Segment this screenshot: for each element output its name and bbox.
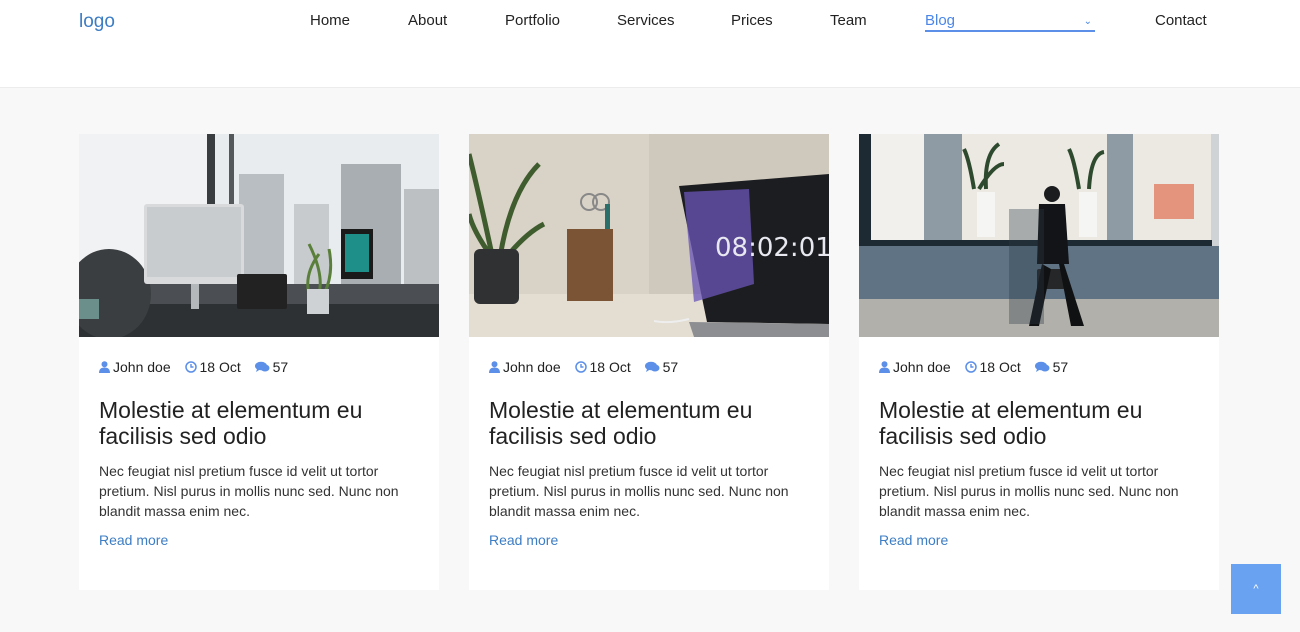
- logo[interactable]: logo: [79, 11, 115, 33]
- post-excerpt: Nec feugiat nisl pretium fusce id velit …: [879, 463, 1179, 519]
- comments-icon: [254, 361, 270, 372]
- post-excerpt: Nec feugiat nisl pretium fusce id velit …: [489, 463, 789, 519]
- street-walker-photo[interactable]: [859, 134, 1219, 337]
- nav-team[interactable]: Team: [830, 12, 867, 30]
- nav-blog-label: Blog: [925, 12, 956, 29]
- date-meta: 18 Oct: [184, 359, 241, 375]
- post-title[interactable]: Molestie at elementum eu facilisis sed o…: [879, 397, 1199, 449]
- office-desk-photo[interactable]: [79, 134, 439, 337]
- read-more-link[interactable]: Read more: [99, 532, 168, 548]
- post-meta: John doe 18 Oct 57: [489, 359, 688, 375]
- nav-services[interactable]: Services: [617, 12, 675, 30]
- post-title[interactable]: Molestie at elementum eu facilisis sed o…: [489, 397, 809, 449]
- clock-icon: [964, 361, 977, 373]
- nav-prices[interactable]: Prices: [731, 12, 773, 30]
- read-more-link[interactable]: Read more: [489, 532, 558, 548]
- blog-card: John doe 18 Oct 57 Molestie at elementum…: [79, 134, 439, 590]
- user-icon: [879, 361, 890, 373]
- clock-icon: [184, 361, 197, 373]
- user-icon: [99, 361, 110, 373]
- chevron-down-icon: ⌄: [1083, 16, 1092, 27]
- post-meta: John doe 18 Oct 57: [879, 359, 1078, 375]
- clock-icon: [574, 361, 587, 373]
- author-meta[interactable]: John doe: [99, 359, 171, 375]
- comments-meta[interactable]: 57: [644, 359, 678, 375]
- nav-about[interactable]: About: [408, 12, 447, 30]
- scroll-to-top-button[interactable]: ^: [1231, 564, 1281, 614]
- comments-meta[interactable]: 57: [254, 359, 288, 375]
- date-meta: 18 Oct: [574, 359, 631, 375]
- comments-icon: [644, 361, 660, 372]
- nav-home[interactable]: Home: [310, 12, 350, 30]
- read-more-link[interactable]: Read more: [879, 532, 948, 548]
- nav-blog-dropdown[interactable]: Blog ⌄: [925, 12, 1095, 32]
- svg-text:08:02:01: 08:02:01: [715, 233, 829, 263]
- site-header: logo Home About Portfolio Services Price…: [0, 0, 1300, 88]
- nav-contact[interactable]: Contact: [1155, 12, 1207, 30]
- nav-portfolio[interactable]: Portfolio: [505, 12, 560, 30]
- post-meta: John doe 18 Oct 57: [99, 359, 298, 375]
- user-icon: [489, 361, 500, 373]
- blog-card: 08:02:01 John doe 18 Oct 57 Molestie at …: [469, 134, 829, 590]
- laptop-plant-photo[interactable]: 08:02:01: [469, 134, 829, 337]
- blog-card: John doe 18 Oct 57 Molestie at elementum…: [859, 134, 1219, 590]
- date-meta: 18 Oct: [964, 359, 1021, 375]
- post-title[interactable]: Molestie at elementum eu facilisis sed o…: [99, 397, 419, 449]
- chevron-up-icon: ^: [1253, 583, 1259, 595]
- post-excerpt: Nec feugiat nisl pretium fusce id velit …: [99, 463, 399, 519]
- comments-meta[interactable]: 57: [1034, 359, 1068, 375]
- author-meta[interactable]: John doe: [489, 359, 561, 375]
- author-meta[interactable]: John doe: [879, 359, 951, 375]
- comments-icon: [1034, 361, 1050, 372]
